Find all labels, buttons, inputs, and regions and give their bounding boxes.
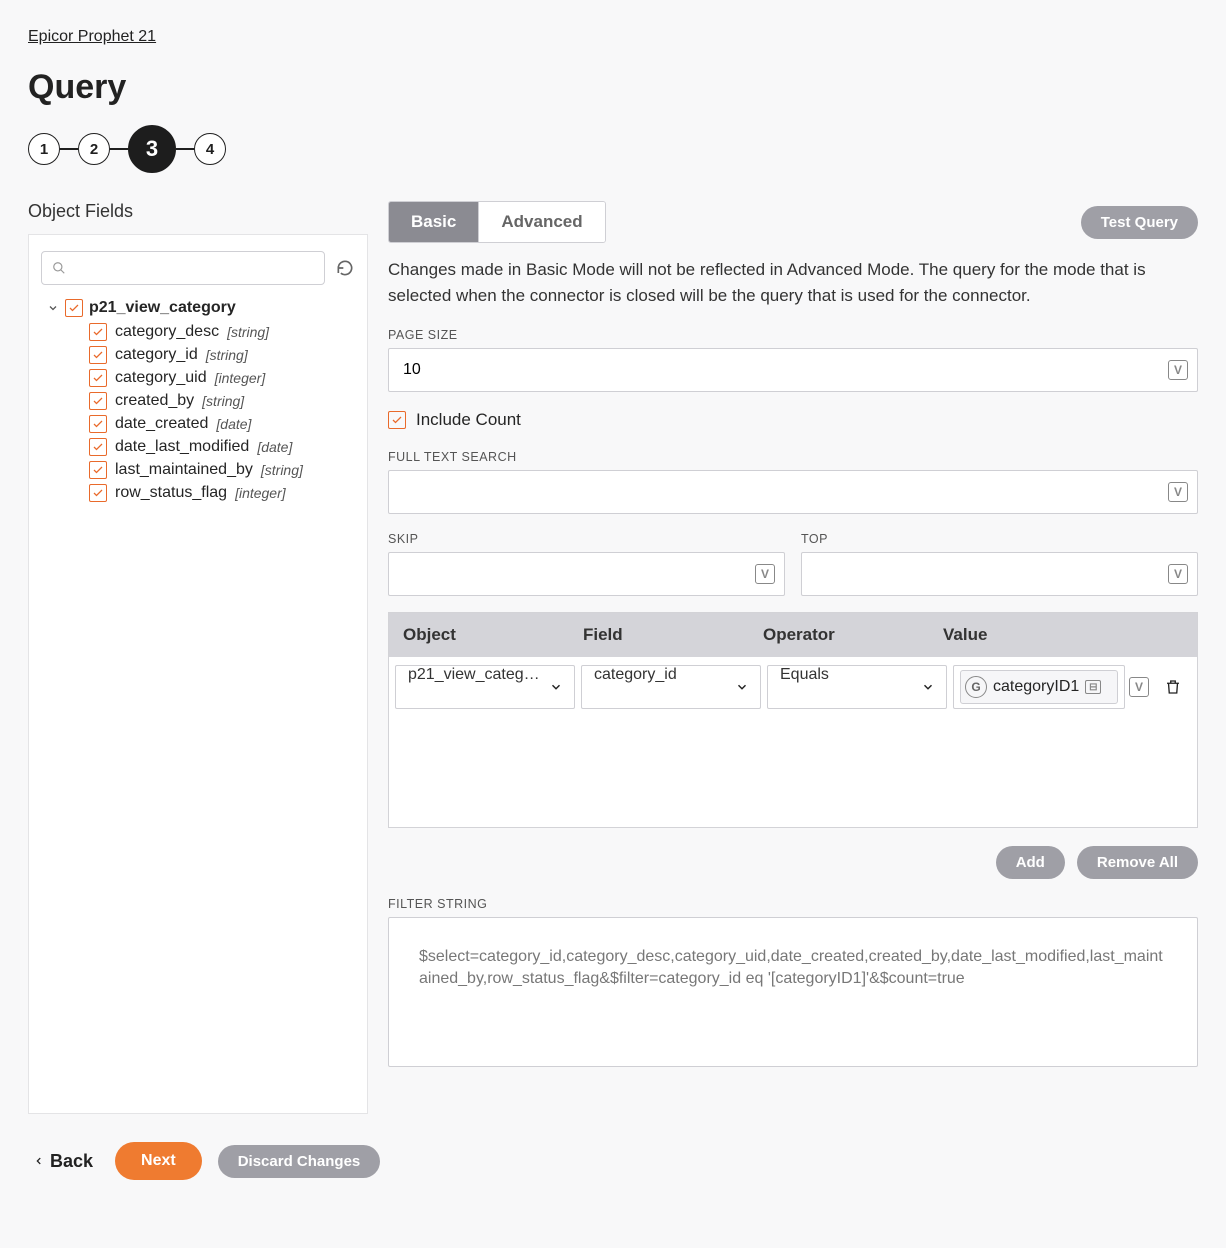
filter-string-box: $select=category_id,category_desc,catego… bbox=[388, 917, 1198, 1067]
step-2[interactable]: 2 bbox=[78, 133, 110, 165]
next-button[interactable]: Next bbox=[115, 1142, 202, 1180]
chevron-down-icon[interactable] bbox=[47, 302, 59, 314]
checkbox-field[interactable] bbox=[89, 415, 107, 433]
skip-label: SKIP bbox=[388, 532, 785, 546]
tree-root-label: p21_view_category bbox=[89, 299, 236, 317]
variable-chip-page-size[interactable]: V bbox=[1168, 360, 1188, 380]
checkbox-field[interactable] bbox=[89, 369, 107, 387]
expand-icon[interactable]: ⊟ bbox=[1085, 680, 1101, 694]
field-name: created_by bbox=[115, 392, 194, 410]
filter-value-input[interactable]: G categoryID1 ⊟ bbox=[953, 665, 1125, 709]
tree-child[interactable]: category_desc [string] bbox=[89, 323, 355, 341]
filter-object-select[interactable]: p21_view_catego… bbox=[395, 665, 575, 709]
variable-chip-skip[interactable]: V bbox=[755, 564, 775, 584]
mode-tabs: Basic Advanced bbox=[388, 201, 606, 243]
search-input[interactable] bbox=[74, 260, 314, 276]
field-type: [string] bbox=[261, 462, 303, 478]
field-type: [integer] bbox=[235, 485, 286, 501]
th-value: Value bbox=[929, 613, 1161, 657]
full-text-input[interactable] bbox=[388, 470, 1198, 514]
mode-info-text: Changes made in Basic Mode will not be r… bbox=[388, 257, 1198, 308]
search-input-wrap[interactable] bbox=[41, 251, 325, 285]
field-type: [string] bbox=[206, 347, 248, 363]
tree-child[interactable]: category_uid [integer] bbox=[89, 369, 355, 387]
field-type: [date] bbox=[257, 439, 292, 455]
tree-child[interactable]: date_last_modified [date] bbox=[89, 438, 355, 456]
tree-child[interactable]: date_created [date] bbox=[89, 415, 355, 433]
field-name: category_id bbox=[115, 346, 198, 364]
checkbox-field[interactable] bbox=[89, 346, 107, 364]
remove-all-button[interactable]: Remove All bbox=[1077, 846, 1198, 879]
full-text-label: FULL TEXT SEARCH bbox=[388, 450, 1198, 464]
step-4[interactable]: 4 bbox=[194, 133, 226, 165]
refresh-icon[interactable] bbox=[335, 258, 355, 278]
add-button[interactable]: Add bbox=[996, 846, 1065, 879]
filter-table: Object Field Operator Value p21_view_cat… bbox=[388, 612, 1198, 828]
field-name: last_maintained_by bbox=[115, 461, 253, 479]
variable-chip-top[interactable]: V bbox=[1168, 564, 1188, 584]
skip-input[interactable] bbox=[388, 552, 785, 596]
checkbox-field[interactable] bbox=[89, 461, 107, 479]
tree-root[interactable]: p21_view_category bbox=[41, 299, 355, 317]
tree-child[interactable]: last_maintained_by [string] bbox=[89, 461, 355, 479]
filter-string-label: FILTER STRING bbox=[388, 897, 1198, 911]
tab-basic[interactable]: Basic bbox=[389, 202, 478, 242]
field-name: date_created bbox=[115, 415, 208, 433]
field-type: [integer] bbox=[215, 370, 266, 386]
field-name: date_last_modified bbox=[115, 438, 249, 456]
filter-row: p21_view_catego… category_id Equals bbox=[395, 665, 1191, 709]
checkbox-field[interactable] bbox=[89, 484, 107, 502]
field-type: [date] bbox=[216, 416, 251, 432]
field-name: row_status_flag bbox=[115, 484, 227, 502]
search-icon bbox=[52, 261, 66, 275]
object-fields-title: Object Fields bbox=[28, 201, 368, 222]
field-type: [string] bbox=[202, 393, 244, 409]
breadcrumb[interactable]: Epicor Prophet 21 bbox=[28, 28, 156, 45]
checkbox-field[interactable] bbox=[89, 323, 107, 341]
tree-child[interactable]: category_id [string] bbox=[89, 346, 355, 364]
top-input[interactable] bbox=[801, 552, 1198, 596]
step-3[interactable]: 3 bbox=[128, 125, 176, 173]
field-name: category_uid bbox=[115, 369, 207, 387]
tree-child[interactable]: row_status_flag [integer] bbox=[89, 484, 355, 502]
trash-icon[interactable] bbox=[1164, 678, 1182, 696]
checkbox-root[interactable] bbox=[65, 299, 83, 317]
back-label: Back bbox=[50, 1151, 93, 1172]
filter-field-select[interactable]: category_id bbox=[581, 665, 761, 709]
variable-chip-filter-value[interactable]: V bbox=[1129, 677, 1149, 697]
global-badge-icon: G bbox=[965, 676, 987, 698]
field-tree: p21_view_category category_desc [string]… bbox=[41, 299, 355, 502]
chevron-left-icon bbox=[34, 1154, 44, 1168]
checkbox-field[interactable] bbox=[89, 392, 107, 410]
filter-value-text: categoryID1 bbox=[993, 678, 1079, 696]
tab-advanced[interactable]: Advanced bbox=[478, 202, 604, 242]
step-1[interactable]: 1 bbox=[28, 133, 60, 165]
th-object: Object bbox=[389, 613, 569, 657]
stepper: 1 2 3 4 bbox=[28, 125, 1198, 173]
test-query-button[interactable]: Test Query bbox=[1081, 206, 1198, 239]
object-fields-panel: p21_view_category category_desc [string]… bbox=[28, 234, 368, 1114]
variable-chip-full-text[interactable]: V bbox=[1168, 482, 1188, 502]
th-operator: Operator bbox=[749, 613, 929, 657]
field-name: category_desc bbox=[115, 323, 219, 341]
include-count-checkbox[interactable] bbox=[388, 411, 406, 429]
filter-operator-select[interactable]: Equals bbox=[767, 665, 947, 709]
back-button[interactable]: Back bbox=[28, 1143, 99, 1180]
top-label: TOP bbox=[801, 532, 1198, 546]
tree-child[interactable]: created_by [string] bbox=[89, 392, 355, 410]
page-size-label: PAGE SIZE bbox=[388, 328, 1198, 342]
page-size-input[interactable] bbox=[388, 348, 1198, 392]
field-type: [string] bbox=[227, 324, 269, 340]
discard-button[interactable]: Discard Changes bbox=[218, 1145, 381, 1178]
page-title: Query bbox=[28, 68, 1198, 107]
th-field: Field bbox=[569, 613, 749, 657]
checkbox-field[interactable] bbox=[89, 438, 107, 456]
include-count-label: Include Count bbox=[416, 410, 521, 430]
